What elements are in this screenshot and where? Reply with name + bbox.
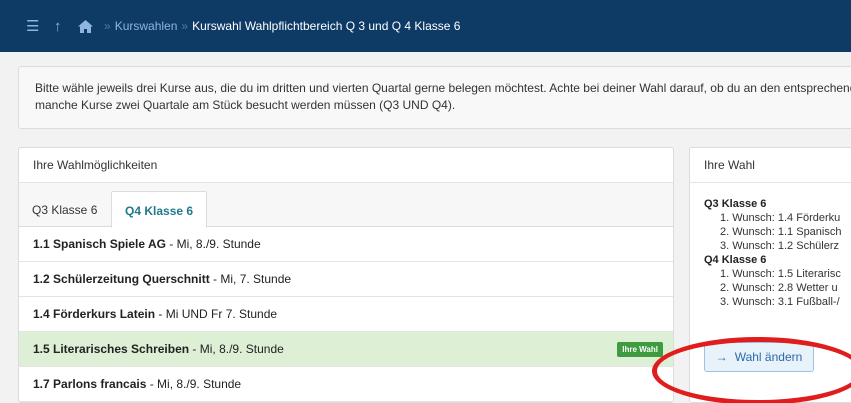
change-choice-button[interactable]: → Wahl ändern bbox=[704, 342, 814, 372]
home-icon[interactable] bbox=[78, 19, 94, 33]
tab-q4-klasse-6[interactable]: Q4 Klasse 6 bbox=[111, 191, 208, 228]
selected-badge: Ihre Wahl bbox=[617, 342, 663, 357]
course-time: - Mi, 8./9. Stunde bbox=[165, 237, 261, 251]
course-time: - Mi, 8./9. Stunde bbox=[146, 377, 242, 391]
course-time: - Mi UND Fr 7. Stunde bbox=[155, 307, 278, 321]
quarter-tabs: Q3 Klasse 6 Q4 Klasse 6 bbox=[19, 182, 673, 228]
course-list: 1.1 Spanisch Spiele AG - Mi, 8./9. Stund… bbox=[19, 226, 673, 402]
options-panel: Ihre Wahlmöglichkeiten Q3 Klasse 6 Q4 Kl… bbox=[18, 147, 674, 403]
choice-wish: 1. Wunsch: 1.4 Förderku bbox=[720, 212, 841, 224]
choice-wish: 2. Wunsch: 2.8 Wetter u bbox=[720, 282, 838, 294]
options-panel-heading: Ihre Wahlmöglichkeiten bbox=[33, 158, 158, 172]
instruction-line-2: manche Kurse zwei Quartale am Stück besu… bbox=[35, 98, 456, 112]
breadcrumb-current-page: Kurswahl Wahlpflichtbereich Q 3 und Q 4 … bbox=[192, 19, 461, 33]
tab-q3-klasse-6[interactable]: Q3 Klasse 6 bbox=[19, 191, 110, 228]
course-title: 1.7 Parlons francais bbox=[33, 377, 147, 391]
menu-icon[interactable]: ☰ bbox=[26, 17, 54, 35]
choice-summary: Q3 Klasse 6 1. Wunsch: 1.4 Förderku 2. W… bbox=[690, 182, 851, 309]
course-row-1-5-selected[interactable]: 1.5 Literarisches Schreiben - Mi, 8./9. … bbox=[19, 332, 673, 367]
arrow-right-icon: → bbox=[715, 350, 728, 364]
choice-panel: Ihre Wahl Q3 Klasse 6 1. Wunsch: 1.4 För… bbox=[689, 147, 851, 403]
course-row-1-1[interactable]: 1.1 Spanisch Spiele AG - Mi, 8./9. Stund… bbox=[19, 227, 673, 262]
course-title: 1.4 Förderkurs Latein bbox=[33, 307, 156, 321]
course-row-1-7[interactable]: 1.7 Parlons francais - Mi, 8./9. Stunde bbox=[19, 367, 673, 402]
course-row-1-4[interactable]: 1.4 Förderkurs Latein - Mi UND Fr 7. Stu… bbox=[19, 297, 673, 332]
course-row-1-2[interactable]: 1.2 Schülerzeitung Querschnitt - Mi, 7. … bbox=[19, 262, 673, 297]
choice-wish: 3. Wunsch: 3.1 Fußball-/ bbox=[720, 296, 840, 308]
course-time: - Mi, 7. Stunde bbox=[209, 272, 292, 286]
choice-group-q3-title: Q3 Klasse 6 bbox=[704, 198, 767, 210]
course-title: 1.5 Literarisches Schreiben bbox=[33, 342, 190, 356]
choice-wish: 3. Wunsch: 1.2 Schülerz bbox=[720, 240, 840, 252]
choice-panel-heading: Ihre Wahl bbox=[704, 158, 755, 172]
top-navigation-bar: ☰ ↑ » Kurswahlen » Kurswahl Wahlpflichtb… bbox=[0, 0, 851, 52]
choice-wish: 1. Wunsch: 1.5 Literarisc bbox=[720, 268, 841, 280]
breadcrumb-kurswahlen-link[interactable]: Kurswahlen bbox=[115, 19, 178, 33]
instruction-box: Bitte wähle jeweils drei Kurse aus, die … bbox=[18, 66, 851, 129]
instruction-line-1: Bitte wähle jeweils drei Kurse aus, die … bbox=[35, 81, 851, 95]
breadcrumb-separator: » bbox=[104, 19, 111, 33]
breadcrumb-separator: » bbox=[181, 19, 189, 33]
course-title: 1.1 Spanisch Spiele AG bbox=[33, 237, 166, 251]
up-arrow-icon[interactable]: ↑ bbox=[54, 18, 78, 35]
course-title: 1.2 Schülerzeitung Querschnitt bbox=[33, 272, 210, 286]
choice-wish: 2. Wunsch: 1.1 Spanisch bbox=[720, 226, 842, 238]
choice-group-q4-title: Q4 Klasse 6 bbox=[704, 254, 767, 266]
course-time: - Mi, 8./9. Stunde bbox=[189, 342, 284, 356]
change-choice-label: Wahl ändern bbox=[734, 350, 803, 364]
